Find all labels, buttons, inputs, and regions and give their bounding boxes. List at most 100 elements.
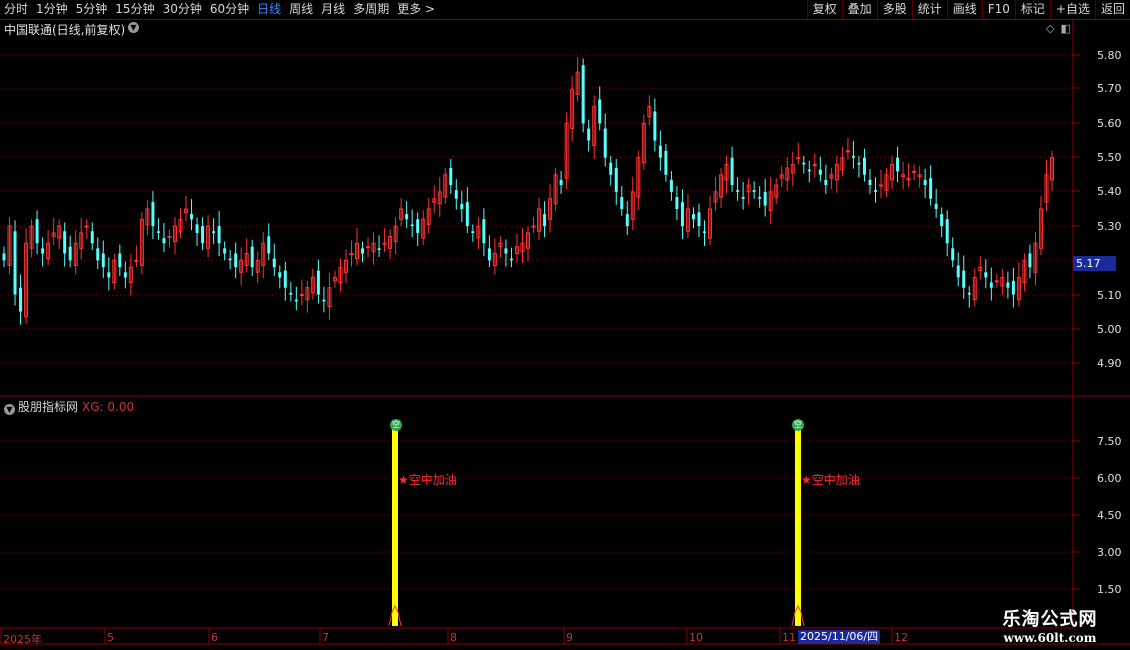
candle-body bbox=[84, 225, 89, 228]
price-tick-label: 5.30 bbox=[1097, 220, 1122, 233]
candle-body bbox=[201, 226, 205, 244]
candle-body bbox=[107, 272, 111, 278]
candle-body bbox=[167, 235, 172, 238]
candle-body bbox=[487, 248, 491, 261]
candle-body bbox=[217, 226, 221, 244]
candle-body bbox=[873, 190, 877, 192]
candle-body bbox=[134, 259, 139, 262]
stock-title: 中国联通(日线,前复权) bbox=[4, 23, 126, 37]
chart-mini-icons: ◇ ◧ bbox=[1040, 22, 1071, 35]
diamond-icon[interactable]: ◇ bbox=[1046, 22, 1054, 35]
candle-body bbox=[123, 272, 127, 278]
price-tick-label: 5.80 bbox=[1097, 49, 1122, 62]
chevron-down-icon[interactable]: ▼ bbox=[128, 22, 139, 33]
candle-body bbox=[653, 111, 657, 141]
price-tick-label: 5.40 bbox=[1097, 185, 1122, 198]
indicator-tick-label: 6.00 bbox=[1097, 472, 1122, 485]
candle-body bbox=[736, 190, 740, 192]
time-tick-label: 2025年 bbox=[3, 633, 42, 646]
indicator-xg-value: XG: 0.00 bbox=[82, 400, 135, 414]
candle-body bbox=[234, 253, 238, 268]
time-tick-label: 8 bbox=[450, 631, 457, 644]
candle-body bbox=[962, 270, 966, 288]
candle-body bbox=[929, 178, 933, 199]
candle-body bbox=[934, 203, 938, 209]
candle-body bbox=[1011, 280, 1015, 295]
candle-body bbox=[118, 253, 122, 268]
price-tick-label: 5.50 bbox=[1097, 151, 1122, 164]
candle-body bbox=[940, 214, 944, 227]
time-tick-label: 9 bbox=[566, 631, 573, 644]
time-tick-label: 7 bbox=[322, 631, 329, 644]
price-tick-label: 5.60 bbox=[1097, 117, 1122, 130]
candle-body bbox=[299, 294, 304, 297]
candle-body bbox=[956, 265, 960, 278]
candle-body bbox=[543, 214, 547, 227]
candle-body bbox=[278, 272, 282, 278]
candle-body bbox=[96, 248, 100, 261]
candle-body bbox=[465, 202, 469, 227]
candle-body bbox=[625, 214, 629, 227]
candle-body bbox=[994, 280, 999, 283]
candle-body bbox=[730, 157, 734, 186]
time-tick-label: 12 bbox=[894, 631, 908, 644]
time-tick-label: 6 bbox=[211, 631, 218, 644]
watermark-title: 乐淘公式网 bbox=[1002, 609, 1098, 630]
indicator-name: 股朋指标网 bbox=[18, 400, 79, 414]
candle-body bbox=[763, 191, 767, 206]
candle-body bbox=[1028, 253, 1032, 268]
candle-body bbox=[212, 231, 216, 233]
candle-body bbox=[758, 197, 762, 199]
candle-body bbox=[741, 197, 745, 199]
candle-body bbox=[377, 248, 381, 251]
candle-body bbox=[912, 170, 917, 173]
candle-body bbox=[460, 203, 464, 209]
indicator-tick-label: 3.00 bbox=[1097, 546, 1122, 559]
candle-body bbox=[620, 197, 624, 209]
kline-chart-canvas[interactable] bbox=[0, 0, 1130, 650]
indicator-tick-label: 4.50 bbox=[1097, 509, 1122, 522]
candle-body bbox=[951, 248, 955, 261]
candle-body bbox=[2, 253, 6, 261]
candle-body bbox=[658, 145, 662, 158]
chevron-down-icon[interactable]: ▼ bbox=[4, 404, 15, 415]
candle-body bbox=[614, 167, 618, 192]
signal-marker-icon: 空 bbox=[792, 419, 804, 431]
candle-body bbox=[250, 246, 254, 268]
candle-body bbox=[752, 190, 756, 192]
candle-body bbox=[223, 248, 227, 254]
candle-body bbox=[967, 292, 971, 295]
candle-body bbox=[195, 224, 199, 233]
indicator-tick-label: 7.50 bbox=[1097, 435, 1122, 448]
candle-body bbox=[989, 282, 993, 288]
candle-body bbox=[857, 162, 861, 165]
candle-body bbox=[190, 214, 194, 220]
candle-body bbox=[598, 99, 602, 124]
watermark-url: www.60lt.com bbox=[1003, 631, 1097, 645]
price-tick-label: 5.00 bbox=[1097, 323, 1122, 336]
candle-body bbox=[366, 246, 371, 249]
candle-body bbox=[509, 258, 513, 261]
candle-body bbox=[796, 157, 801, 160]
candle-body bbox=[675, 197, 679, 209]
candle-body bbox=[454, 190, 458, 199]
candle-body bbox=[410, 224, 414, 227]
signal-label: ★空中加油 bbox=[398, 473, 457, 487]
candle-body bbox=[879, 184, 884, 187]
watermark: 乐淘公式网 www.60lt.com bbox=[975, 605, 1125, 645]
candle-body bbox=[382, 242, 387, 245]
panel-toggle-icon[interactable]: ◧ bbox=[1060, 22, 1070, 35]
time-tick-label: 10 bbox=[689, 631, 703, 644]
candle-body bbox=[559, 179, 563, 186]
candle-body bbox=[603, 128, 607, 158]
candle-body bbox=[587, 128, 591, 141]
candle-body bbox=[703, 231, 707, 233]
candle-body bbox=[868, 179, 872, 186]
candle-body bbox=[923, 179, 927, 186]
candle-body bbox=[1006, 282, 1010, 288]
candle-body bbox=[13, 231, 17, 295]
candle-body bbox=[63, 231, 67, 254]
price-tick-label: 5.10 bbox=[1097, 289, 1122, 302]
time-tick-label: 5 bbox=[107, 631, 114, 644]
candle-body bbox=[818, 169, 822, 175]
